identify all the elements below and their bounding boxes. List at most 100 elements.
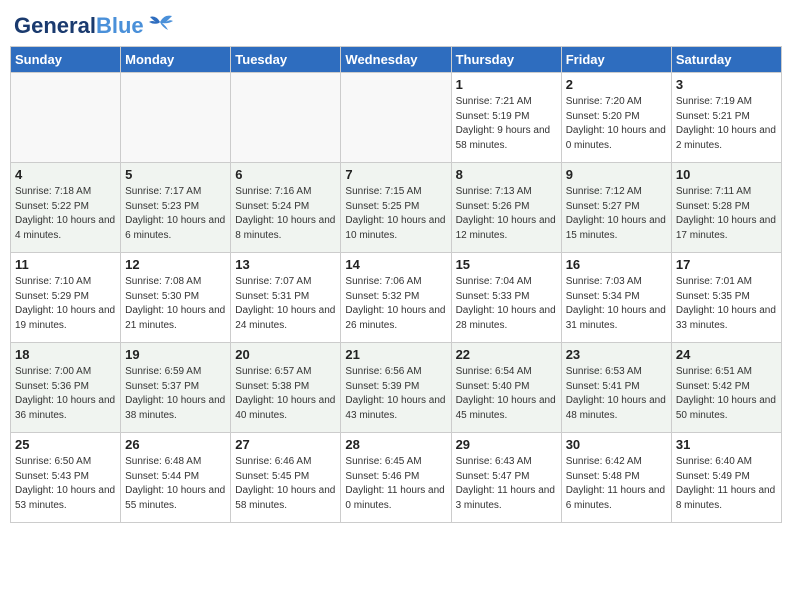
calendar-week-row: 18Sunrise: 7:00 AMSunset: 5:36 PMDayligh… bbox=[11, 343, 782, 433]
day-number: 3 bbox=[676, 76, 777, 94]
day-number: 8 bbox=[456, 166, 557, 184]
calendar-cell: 22Sunrise: 6:54 AMSunset: 5:40 PMDayligh… bbox=[451, 343, 561, 433]
calendar-cell: 13Sunrise: 7:07 AMSunset: 5:31 PMDayligh… bbox=[231, 253, 341, 343]
day-info: Sunrise: 6:59 AMSunset: 5:37 PMDaylight:… bbox=[125, 365, 226, 423]
day-number: 30 bbox=[566, 436, 667, 454]
calendar-cell: 6Sunrise: 7:16 AMSunset: 5:24 PMDaylight… bbox=[231, 163, 341, 253]
weekday-header: Wednesday bbox=[341, 47, 451, 73]
calendar-cell: 21Sunrise: 6:56 AMSunset: 5:39 PMDayligh… bbox=[341, 343, 451, 433]
day-number: 28 bbox=[345, 436, 446, 454]
calendar-cell bbox=[341, 73, 451, 163]
day-number: 7 bbox=[345, 166, 446, 184]
day-info: Sunrise: 6:51 AMSunset: 5:42 PMDaylight:… bbox=[676, 365, 777, 423]
weekday-header-row: SundayMondayTuesdayWednesdayThursdayFrid… bbox=[11, 47, 782, 73]
day-number: 11 bbox=[15, 256, 116, 274]
day-number: 25 bbox=[15, 436, 116, 454]
day-info: Sunrise: 6:46 AMSunset: 5:45 PMDaylight:… bbox=[235, 455, 336, 513]
day-info: Sunrise: 6:48 AMSunset: 5:44 PMDaylight:… bbox=[125, 455, 226, 513]
day-number: 27 bbox=[235, 436, 336, 454]
day-info: Sunrise: 6:57 AMSunset: 5:38 PMDaylight:… bbox=[235, 365, 336, 423]
weekday-header: Monday bbox=[121, 47, 231, 73]
calendar: SundayMondayTuesdayWednesdayThursdayFrid… bbox=[10, 46, 782, 523]
day-info: Sunrise: 7:15 AMSunset: 5:25 PMDaylight:… bbox=[345, 185, 446, 243]
calendar-cell: 10Sunrise: 7:11 AMSunset: 5:28 PMDayligh… bbox=[671, 163, 781, 253]
calendar-cell: 7Sunrise: 7:15 AMSunset: 5:25 PMDaylight… bbox=[341, 163, 451, 253]
day-info: Sunrise: 7:20 AMSunset: 5:20 PMDaylight:… bbox=[566, 95, 667, 153]
day-info: Sunrise: 6:53 AMSunset: 5:41 PMDaylight:… bbox=[566, 365, 667, 423]
day-info: Sunrise: 6:56 AMSunset: 5:39 PMDaylight:… bbox=[345, 365, 446, 423]
day-number: 17 bbox=[676, 256, 777, 274]
calendar-week-row: 4Sunrise: 7:18 AMSunset: 5:22 PMDaylight… bbox=[11, 163, 782, 253]
calendar-cell: 15Sunrise: 7:04 AMSunset: 5:33 PMDayligh… bbox=[451, 253, 561, 343]
day-info: Sunrise: 7:07 AMSunset: 5:31 PMDaylight:… bbox=[235, 275, 336, 333]
day-number: 20 bbox=[235, 346, 336, 364]
day-number: 15 bbox=[456, 256, 557, 274]
day-number: 5 bbox=[125, 166, 226, 184]
day-info: Sunrise: 7:10 AMSunset: 5:29 PMDaylight:… bbox=[15, 275, 116, 333]
day-info: Sunrise: 7:21 AMSunset: 5:19 PMDaylight:… bbox=[456, 95, 557, 153]
calendar-cell: 8Sunrise: 7:13 AMSunset: 5:26 PMDaylight… bbox=[451, 163, 561, 253]
day-number: 19 bbox=[125, 346, 226, 364]
day-info: Sunrise: 7:12 AMSunset: 5:27 PMDaylight:… bbox=[566, 185, 667, 243]
calendar-cell: 12Sunrise: 7:08 AMSunset: 5:30 PMDayligh… bbox=[121, 253, 231, 343]
day-info: Sunrise: 6:54 AMSunset: 5:40 PMDaylight:… bbox=[456, 365, 557, 423]
logo-text: GeneralBlue bbox=[14, 14, 144, 38]
day-info: Sunrise: 6:40 AMSunset: 5:49 PMDaylight:… bbox=[676, 455, 777, 513]
calendar-cell: 31Sunrise: 6:40 AMSunset: 5:49 PMDayligh… bbox=[671, 433, 781, 523]
day-number: 14 bbox=[345, 256, 446, 274]
calendar-cell: 9Sunrise: 7:12 AMSunset: 5:27 PMDaylight… bbox=[561, 163, 671, 253]
calendar-cell: 1Sunrise: 7:21 AMSunset: 5:19 PMDaylight… bbox=[451, 73, 561, 163]
calendar-cell bbox=[11, 73, 121, 163]
day-number: 13 bbox=[235, 256, 336, 274]
day-info: Sunrise: 7:03 AMSunset: 5:34 PMDaylight:… bbox=[566, 275, 667, 333]
day-number: 16 bbox=[566, 256, 667, 274]
calendar-week-row: 25Sunrise: 6:50 AMSunset: 5:43 PMDayligh… bbox=[11, 433, 782, 523]
day-number: 10 bbox=[676, 166, 777, 184]
calendar-cell: 25Sunrise: 6:50 AMSunset: 5:43 PMDayligh… bbox=[11, 433, 121, 523]
day-number: 12 bbox=[125, 256, 226, 274]
day-number: 31 bbox=[676, 436, 777, 454]
day-number: 26 bbox=[125, 436, 226, 454]
calendar-cell: 11Sunrise: 7:10 AMSunset: 5:29 PMDayligh… bbox=[11, 253, 121, 343]
calendar-week-row: 11Sunrise: 7:10 AMSunset: 5:29 PMDayligh… bbox=[11, 253, 782, 343]
day-number: 6 bbox=[235, 166, 336, 184]
calendar-cell: 3Sunrise: 7:19 AMSunset: 5:21 PMDaylight… bbox=[671, 73, 781, 163]
day-number: 21 bbox=[345, 346, 446, 364]
calendar-cell: 29Sunrise: 6:43 AMSunset: 5:47 PMDayligh… bbox=[451, 433, 561, 523]
day-number: 24 bbox=[676, 346, 777, 364]
day-info: Sunrise: 7:16 AMSunset: 5:24 PMDaylight:… bbox=[235, 185, 336, 243]
day-info: Sunrise: 6:42 AMSunset: 5:48 PMDaylight:… bbox=[566, 455, 667, 513]
calendar-cell: 30Sunrise: 6:42 AMSunset: 5:48 PMDayligh… bbox=[561, 433, 671, 523]
day-info: Sunrise: 7:13 AMSunset: 5:26 PMDaylight:… bbox=[456, 185, 557, 243]
calendar-cell: 18Sunrise: 7:00 AMSunset: 5:36 PMDayligh… bbox=[11, 343, 121, 433]
day-number: 18 bbox=[15, 346, 116, 364]
calendar-cell: 19Sunrise: 6:59 AMSunset: 5:37 PMDayligh… bbox=[121, 343, 231, 433]
calendar-cell: 16Sunrise: 7:03 AMSunset: 5:34 PMDayligh… bbox=[561, 253, 671, 343]
calendar-cell: 23Sunrise: 6:53 AMSunset: 5:41 PMDayligh… bbox=[561, 343, 671, 433]
weekday-header: Saturday bbox=[671, 47, 781, 73]
calendar-cell: 20Sunrise: 6:57 AMSunset: 5:38 PMDayligh… bbox=[231, 343, 341, 433]
day-info: Sunrise: 7:19 AMSunset: 5:21 PMDaylight:… bbox=[676, 95, 777, 153]
day-number: 2 bbox=[566, 76, 667, 94]
day-info: Sunrise: 6:45 AMSunset: 5:46 PMDaylight:… bbox=[345, 455, 446, 513]
calendar-cell: 24Sunrise: 6:51 AMSunset: 5:42 PMDayligh… bbox=[671, 343, 781, 433]
day-info: Sunrise: 7:17 AMSunset: 5:23 PMDaylight:… bbox=[125, 185, 226, 243]
day-info: Sunrise: 7:11 AMSunset: 5:28 PMDaylight:… bbox=[676, 185, 777, 243]
day-number: 9 bbox=[566, 166, 667, 184]
day-info: Sunrise: 7:00 AMSunset: 5:36 PMDaylight:… bbox=[15, 365, 116, 423]
day-number: 1 bbox=[456, 76, 557, 94]
day-number: 29 bbox=[456, 436, 557, 454]
day-info: Sunrise: 6:43 AMSunset: 5:47 PMDaylight:… bbox=[456, 455, 557, 513]
bird-icon bbox=[146, 12, 174, 34]
day-number: 4 bbox=[15, 166, 116, 184]
weekday-header: Sunday bbox=[11, 47, 121, 73]
calendar-cell: 27Sunrise: 6:46 AMSunset: 5:45 PMDayligh… bbox=[231, 433, 341, 523]
day-info: Sunrise: 7:04 AMSunset: 5:33 PMDaylight:… bbox=[456, 275, 557, 333]
day-info: Sunrise: 6:50 AMSunset: 5:43 PMDaylight:… bbox=[15, 455, 116, 513]
header: GeneralBlue bbox=[10, 10, 782, 38]
day-number: 22 bbox=[456, 346, 557, 364]
day-info: Sunrise: 7:18 AMSunset: 5:22 PMDaylight:… bbox=[15, 185, 116, 243]
calendar-cell: 26Sunrise: 6:48 AMSunset: 5:44 PMDayligh… bbox=[121, 433, 231, 523]
calendar-cell: 28Sunrise: 6:45 AMSunset: 5:46 PMDayligh… bbox=[341, 433, 451, 523]
calendar-cell: 4Sunrise: 7:18 AMSunset: 5:22 PMDaylight… bbox=[11, 163, 121, 253]
